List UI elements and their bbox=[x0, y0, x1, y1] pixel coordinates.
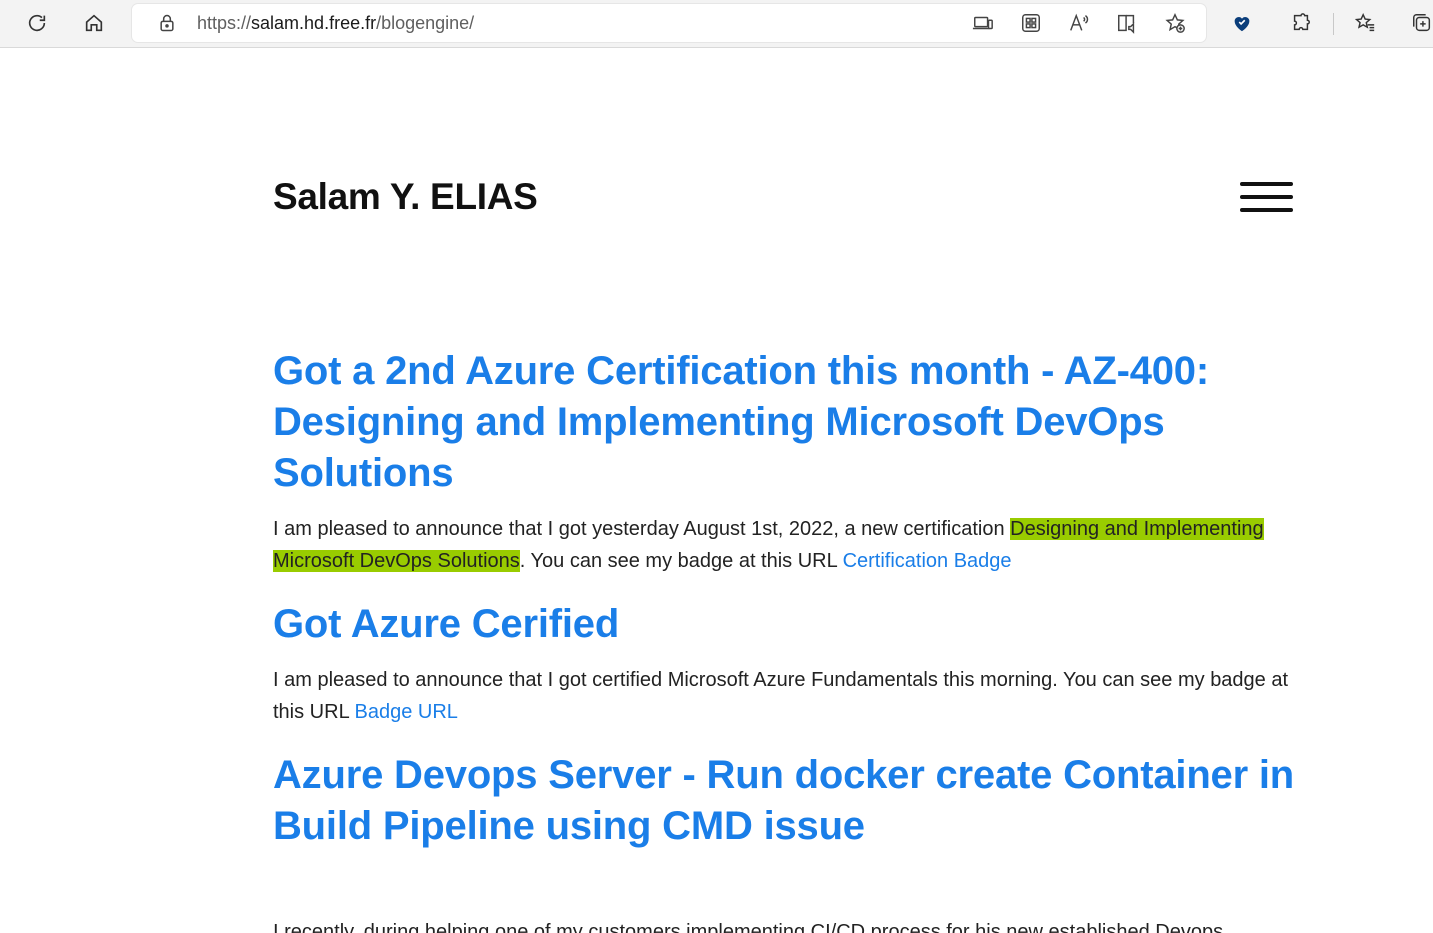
url-host: salam.hd.free.fr bbox=[251, 13, 377, 33]
address-bar[interactable]: https://salam.hd.free.fr/blogengine/ bbox=[132, 4, 1206, 42]
extensions-icon bbox=[1293, 13, 1310, 31]
heart-shield-icon bbox=[1234, 17, 1250, 32]
menu-button[interactable] bbox=[1240, 182, 1293, 214]
hamburger-line bbox=[1240, 182, 1293, 186]
refresh-icon bbox=[28, 14, 46, 32]
url-prefix: https:// bbox=[197, 13, 252, 33]
toolbar-separator bbox=[1333, 13, 1334, 35]
home-icon bbox=[85, 14, 103, 32]
read-aloud-icon[interactable] bbox=[1066, 11, 1092, 35]
lock-icon[interactable] bbox=[156, 12, 178, 34]
excerpt-text: . You can see my badge at this URL bbox=[519, 550, 843, 572]
add-favorite-icon[interactable] bbox=[1162, 11, 1188, 35]
post-title[interactable]: Azure Devops Server - Run docker create … bbox=[273, 750, 1303, 852]
hamburger-line bbox=[1240, 195, 1293, 199]
excerpt-text: I am pleased to announce that I got yest… bbox=[273, 518, 1011, 540]
collections-button[interactable] bbox=[1404, 6, 1433, 40]
extensions-button[interactable] bbox=[1283, 6, 1319, 40]
certification-badge-link[interactable]: Certification Badge bbox=[843, 550, 1012, 572]
post-title[interactable]: Got a 2nd Azure Certification this month… bbox=[273, 346, 1303, 499]
grid-icon[interactable] bbox=[1018, 11, 1044, 35]
excerpt-text: I recently, during helping one of my cus… bbox=[273, 921, 1224, 933]
post-excerpt: I recently, during helping one of my cus… bbox=[273, 916, 1303, 933]
hamburger-line bbox=[1240, 208, 1293, 212]
favorites-button[interactable] bbox=[1347, 6, 1383, 40]
browser-essentials-button[interactable] bbox=[1224, 6, 1260, 40]
post-excerpt: I am pleased to announce that I got yest… bbox=[273, 513, 1303, 577]
favorites-icon bbox=[1354, 13, 1375, 32]
refresh-button[interactable] bbox=[19, 6, 55, 40]
post-excerpt: I am pleased to announce that I got cert… bbox=[273, 664, 1303, 728]
app-available-icon[interactable] bbox=[970, 11, 996, 35]
site-title[interactable]: Salam Y. ELIAS bbox=[273, 176, 538, 218]
post-list: Got a 2nd Azure Certification this month… bbox=[273, 346, 1303, 933]
browser-toolbar: https://salam.hd.free.fr/blogengine/ bbox=[0, 0, 1433, 48]
post-title[interactable]: Got Azure Cerified bbox=[273, 599, 1303, 650]
url-path: /blogengine/ bbox=[376, 13, 475, 33]
immersive-reader-icon[interactable] bbox=[1114, 11, 1140, 35]
home-button[interactable] bbox=[76, 6, 112, 40]
collections-icon bbox=[1413, 14, 1431, 32]
badge-url-link[interactable]: Badge URL bbox=[355, 701, 458, 723]
url-text[interactable]: https://salam.hd.free.fr/blogengine/ bbox=[197, 13, 474, 34]
